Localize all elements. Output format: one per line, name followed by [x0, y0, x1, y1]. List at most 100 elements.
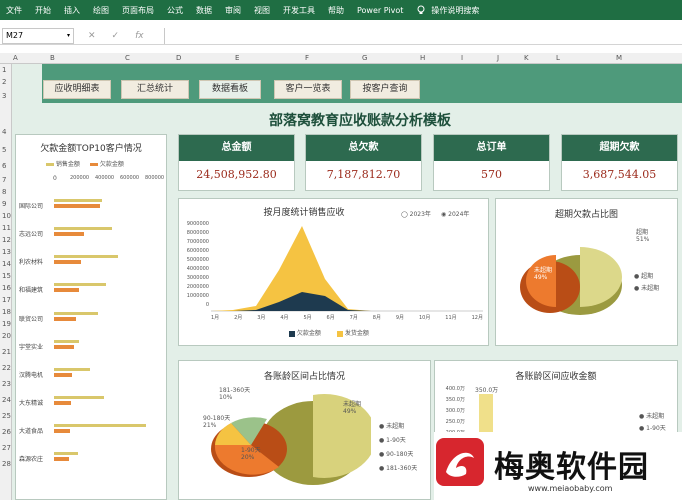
axis-tick: 0	[53, 175, 57, 182]
name-box[interactable]: M27 ▾	[2, 27, 74, 44]
row-header[interactable]: 8	[2, 188, 6, 196]
col-header[interactable]: G	[362, 54, 367, 62]
row-header[interactable]: 28	[2, 460, 11, 468]
row-header[interactable]: 13	[2, 248, 11, 256]
overdue-pie-panel[interactable]: 超期欠款占比图 超期 51% 未超期 49% ● 超期 ● 未超期	[495, 198, 678, 346]
col-header[interactable]: E	[235, 54, 239, 62]
col-header[interactable]: H	[420, 54, 425, 62]
col-header[interactable]: B	[50, 54, 55, 62]
tab-customer-list[interactable]: 客户一览表	[274, 80, 342, 99]
tab-receivables-detail[interactable]: 应收明细表	[43, 80, 111, 99]
menu-developer[interactable]: 开发工具	[283, 5, 315, 16]
legend-shipment: 发货金额	[337, 328, 369, 337]
row-header[interactable]: 23	[2, 380, 11, 388]
monthly-chart-panel[interactable]: 按月度统计销售应收 ◯ 2023年 ◉ 2024年 9000000 800000…	[178, 198, 489, 346]
col-header[interactable]: J	[497, 54, 499, 62]
menu-page-layout[interactable]: 页面布局	[122, 5, 154, 16]
col-header[interactable]: D	[176, 54, 181, 62]
customer-label: 联贸公司	[19, 316, 44, 323]
row-header[interactable]: 1	[2, 66, 6, 74]
sales-bar	[54, 199, 102, 202]
menu-home[interactable]: 开始	[35, 5, 51, 16]
row-header[interactable]: 10	[2, 212, 11, 220]
row-header[interactable]: 26	[2, 428, 11, 436]
bar-label: 350.0万	[475, 387, 499, 394]
menu-draw[interactable]: 绘图	[93, 5, 109, 16]
year-2024-radio[interactable]: ◉ 2024年	[441, 209, 469, 218]
kpi-label: 总欠款	[306, 135, 421, 161]
kpi-label: 总订单	[434, 135, 549, 161]
row-header[interactable]: 22	[2, 364, 11, 372]
row-header[interactable]: 18	[2, 308, 11, 316]
menu-insert[interactable]: 插入	[64, 5, 80, 16]
legend-overdue: ● 超期	[634, 273, 654, 280]
sales-bar	[54, 452, 78, 455]
row-header[interactable]: 7	[2, 176, 6, 184]
row-header[interactable]: 24	[2, 396, 11, 404]
aging-pie-panel[interactable]: 各账龄区间占比情况 181-360天 10% 90-180天 21% 1-90天…	[178, 360, 431, 500]
col-header[interactable]: M	[616, 54, 622, 62]
row-header[interactable]: 6	[2, 162, 6, 170]
sales-bar	[54, 340, 79, 343]
menu-view[interactable]: 视图	[254, 5, 270, 16]
customer-label: 国际公司	[19, 203, 44, 210]
customer-label: 志远公司	[19, 231, 44, 238]
row-header[interactable]: 16	[2, 284, 11, 292]
menu-file[interactable]: 文件	[6, 5, 22, 16]
row-header[interactable]: 27	[2, 444, 11, 452]
x-tick: 10月	[418, 315, 431, 321]
menu-review[interactable]: 审阅	[225, 5, 241, 16]
row-header[interactable]: 4	[2, 128, 6, 136]
col-header[interactable]: I	[461, 54, 463, 62]
row-header[interactable]: 12	[2, 236, 11, 244]
row-header[interactable]: 3	[2, 92, 6, 100]
year-2023-radio[interactable]: ◯ 2023年	[401, 209, 431, 218]
col-header[interactable]: L	[556, 54, 560, 62]
confirm-icon[interactable]: ✓	[112, 31, 120, 41]
debt-bar	[54, 401, 71, 405]
chevron-down-icon[interactable]: ▾	[67, 29, 70, 43]
cancel-icon[interactable]: ✕	[88, 31, 96, 41]
col-header[interactable]: F	[305, 54, 309, 62]
row-header[interactable]: 21	[2, 348, 11, 356]
row-header[interactable]: 17	[2, 296, 11, 304]
sales-bar	[54, 312, 98, 315]
menu-formulas[interactable]: 公式	[167, 5, 183, 16]
row-header[interactable]: 9	[2, 200, 6, 208]
insert-function-icon[interactable]: fx	[135, 31, 144, 41]
row-header[interactable]: 19	[2, 320, 11, 328]
tab-dashboard[interactable]: 数据看板	[199, 80, 261, 99]
menu-help[interactable]: 帮助	[328, 5, 344, 16]
pie-label: 90-180天 21%	[203, 415, 231, 429]
tab-customer-query[interactable]: 按客户查询	[350, 80, 420, 99]
tab-summary[interactable]: 汇总统计	[121, 80, 189, 99]
row-header[interactable]: 5	[2, 146, 6, 154]
debt-bar	[54, 457, 69, 461]
customer-label: 利农材料	[19, 259, 44, 266]
legend-aging: ● 未超期	[379, 423, 405, 430]
row-header[interactable]: 20	[2, 332, 11, 340]
row-headers: 1 2 3 4 5 6 7 8 9 10 11 12 13 14 15 16 1…	[0, 64, 12, 500]
row-header[interactable]: 14	[2, 260, 11, 268]
debt-bar	[54, 373, 72, 377]
tell-me-search[interactable]: 操作说明搜索	[416, 5, 479, 16]
row-header[interactable]: 15	[2, 272, 11, 280]
debt-bar	[54, 260, 81, 264]
menu-power-pivot[interactable]: Power Pivot	[357, 6, 403, 15]
row-header[interactable]: 25	[2, 412, 11, 420]
chart-title: 欠款金额TOP10客户情况	[40, 144, 142, 154]
x-tick: 3月	[257, 315, 266, 321]
col-header[interactable]: A	[13, 54, 18, 62]
formula-input[interactable]	[163, 27, 682, 44]
col-header[interactable]: K	[524, 54, 529, 62]
legend-aging: ● 1-90天	[379, 437, 406, 444]
col-header[interactable]: C	[125, 54, 130, 62]
top10-chart-panel[interactable]: 欠款金额TOP10客户情况 销售金额 欠款金额 0 200000 400000 …	[15, 134, 167, 500]
row-header[interactable]: 11	[2, 224, 11, 232]
row-header[interactable]: 2	[2, 78, 6, 86]
menu-data[interactable]: 数据	[196, 5, 212, 16]
watermark-logo: 梅奥软件园 www.meiaobaby.com	[434, 432, 682, 500]
lightbulb-icon	[417, 5, 425, 14]
customer-label: 汉腾电机	[19, 372, 44, 379]
chart-title: 各账龄区间应收金额	[515, 372, 597, 382]
